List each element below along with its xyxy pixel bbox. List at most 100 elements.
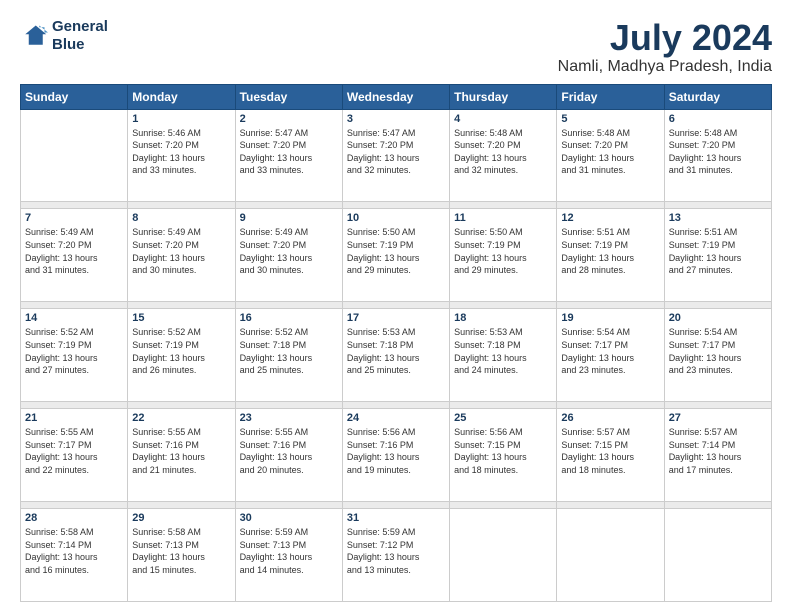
week-row-4: 21 Sunrise: 5:55 AMSunset: 7:17 PMDayligh… (21, 409, 772, 502)
divider-row-1 (21, 202, 772, 209)
cell-w2-d7: 13Sunrise: 5:51 AMSunset: 7:19 PMDayligh… (664, 209, 771, 302)
day-info: Sunrise: 5:53 AMSunset: 7:18 PMDaylight:… (347, 326, 445, 376)
day-info: Sunrise: 5:52 AMSunset: 7:19 PMDaylight:… (132, 326, 230, 376)
divider-row-4 (21, 502, 772, 509)
day-info: Sunrise: 5:51 AMSunset: 7:19 PMDaylight:… (561, 226, 659, 276)
day-number: 17 (347, 312, 445, 324)
day-info: Sunrise: 5:55 AMSunset: 7:16 PMDaylight:… (132, 426, 230, 476)
cell-w3-d6: 19 Sunrise: 5:54 AMSunset: 7:17 PMDayligh… (557, 309, 664, 402)
day-info: Sunrise: 5:57 AMSunset: 7:14 PMDaylight:… (669, 426, 767, 476)
day-number: 27 (669, 412, 767, 424)
calendar-table: Sunday Monday Tuesday Wednesday Thursday… (20, 84, 772, 602)
day-info: Sunrise: 5:50 AMSunset: 7:19 PMDaylight:… (347, 226, 445, 276)
day-number: 22 (132, 412, 230, 424)
header-row: Sunday Monday Tuesday Wednesday Thursday… (21, 84, 772, 109)
day-info: Sunrise: 5:47 AMSunset: 7:20 PMDaylight:… (240, 127, 338, 177)
cell-w2-d6: 12 Sunrise: 5:51 AMSunset: 7:19 PMDayligh… (557, 209, 664, 302)
day-info: Sunrise: 5:48 AMSunset: 7:20 PMDaylight:… (669, 127, 767, 177)
day-info: Sunrise: 5:59 AMSunset: 7:12 PMDaylight:… (347, 526, 445, 576)
day-info: Sunrise: 5:58 AMSunset: 7:14 PMDaylight:… (25, 526, 123, 576)
day-number: 21 (25, 412, 123, 424)
cell-w4-d3: 23Sunrise: 5:55 AMSunset: 7:16 PMDayligh… (235, 409, 342, 502)
day-info: Sunrise: 5:59 AMSunset: 7:13 PMDaylight:… (240, 526, 338, 576)
day-number: 10 (347, 212, 445, 224)
week-row-3: 14 Sunrise: 5:52 AMSunset: 7:19 PMDayligh… (21, 309, 772, 402)
day-info: Sunrise: 5:56 AMSunset: 7:15 PMDaylight:… (454, 426, 552, 476)
day-number: 26 (561, 412, 659, 424)
day-number: 11 (454, 212, 552, 224)
cell-w2-d2: 8 Sunrise: 5:49 AMSunset: 7:20 PMDaylight… (128, 209, 235, 302)
day-number: 7 (25, 212, 123, 224)
cell-w5-d2: 29Sunrise: 5:58 AMSunset: 7:13 PMDayligh… (128, 509, 235, 602)
title-block: July 2024 Namli, Madhya Pradesh, India (558, 18, 772, 76)
cell-w5-d7 (664, 509, 771, 602)
cell-w3-d3: 16 Sunrise: 5:52 AMSunset: 7:18 PMDayligh… (235, 309, 342, 402)
day-number: 19 (561, 312, 659, 324)
logo-icon (20, 22, 48, 50)
cell-w5-d5 (450, 509, 557, 602)
logo: General Blue (20, 18, 108, 54)
divider-row-3 (21, 402, 772, 409)
logo-text: General Blue (52, 18, 108, 54)
day-info: Sunrise: 5:57 AMSunset: 7:15 PMDaylight:… (561, 426, 659, 476)
col-friday: Friday (557, 84, 664, 109)
week-row-1: 1 Sunrise: 5:46 AMSunset: 7:20 PMDaylight… (21, 109, 772, 202)
cell-w3-d5: 18Sunrise: 5:53 AMSunset: 7:18 PMDayligh… (450, 309, 557, 402)
day-info: Sunrise: 5:49 AMSunset: 7:20 PMDaylight:… (132, 226, 230, 276)
col-tuesday: Tuesday (235, 84, 342, 109)
cell-w5-d3: 30 Sunrise: 5:59 AMSunset: 7:13 PMDayligh… (235, 509, 342, 602)
day-info: Sunrise: 5:52 AMSunset: 7:18 PMDaylight:… (240, 326, 338, 376)
cell-w1-d7: 6Sunrise: 5:48 AMSunset: 7:20 PMDaylight… (664, 109, 771, 202)
cell-w2-d4: 10 Sunrise: 5:50 AMSunset: 7:19 PMDayligh… (342, 209, 449, 302)
cell-w3-d4: 17 Sunrise: 5:53 AMSunset: 7:18 PMDayligh… (342, 309, 449, 402)
cell-w1-d2: 1 Sunrise: 5:46 AMSunset: 7:20 PMDaylight… (128, 109, 235, 202)
day-number: 28 (25, 512, 123, 524)
cell-w4-d7: 27 Sunrise: 5:57 AMSunset: 7:14 PMDayligh… (664, 409, 771, 502)
day-number: 1 (132, 113, 230, 125)
cell-w1-d6: 5Sunrise: 5:48 AMSunset: 7:20 PMDaylight… (557, 109, 664, 202)
day-info: Sunrise: 5:53 AMSunset: 7:18 PMDaylight:… (454, 326, 552, 376)
cell-w3-d7: 20 Sunrise: 5:54 AMSunset: 7:17 PMDayligh… (664, 309, 771, 402)
day-info: Sunrise: 5:54 AMSunset: 7:17 PMDaylight:… (561, 326, 659, 376)
col-monday: Monday (128, 84, 235, 109)
day-number: 31 (347, 512, 445, 524)
day-number: 24 (347, 412, 445, 424)
cell-w2-d1: 7 Sunrise: 5:49 AMSunset: 7:20 PMDaylight… (21, 209, 128, 302)
day-number: 2 (240, 113, 338, 125)
day-info: Sunrise: 5:55 AMSunset: 7:17 PMDaylight:… (25, 426, 123, 476)
day-info: Sunrise: 5:51 AMSunset: 7:19 PMDaylight:… (669, 226, 767, 276)
day-info: Sunrise: 5:48 AMSunset: 7:20 PMDaylight:… (454, 127, 552, 177)
day-number: 30 (240, 512, 338, 524)
day-number: 5 (561, 113, 659, 125)
day-number: 8 (132, 212, 230, 224)
day-info: Sunrise: 5:46 AMSunset: 7:20 PMDaylight:… (132, 127, 230, 177)
cell-w5-d1: 28 Sunrise: 5:58 AMSunset: 7:14 PMDayligh… (21, 509, 128, 602)
day-info: Sunrise: 5:54 AMSunset: 7:17 PMDaylight:… (669, 326, 767, 376)
day-number: 14 (25, 312, 123, 324)
cell-w2-d3: 9Sunrise: 5:49 AMSunset: 7:20 PMDaylight… (235, 209, 342, 302)
cell-w3-d2: 15Sunrise: 5:52 AMSunset: 7:19 PMDayligh… (128, 309, 235, 402)
day-number: 12 (561, 212, 659, 224)
col-wednesday: Wednesday (342, 84, 449, 109)
day-info: Sunrise: 5:58 AMSunset: 7:13 PMDaylight:… (132, 526, 230, 576)
cell-w4-d2: 22 Sunrise: 5:55 AMSunset: 7:16 PMDayligh… (128, 409, 235, 502)
day-number: 16 (240, 312, 338, 324)
divider-row-2 (21, 302, 772, 309)
day-number: 25 (454, 412, 552, 424)
cell-w1-d1 (21, 109, 128, 202)
day-number: 20 (669, 312, 767, 324)
day-info: Sunrise: 5:47 AMSunset: 7:20 PMDaylight:… (347, 127, 445, 177)
cell-w4-d6: 26 Sunrise: 5:57 AMSunset: 7:15 PMDayligh… (557, 409, 664, 502)
cell-w1-d4: 3 Sunrise: 5:47 AMSunset: 7:20 PMDaylight… (342, 109, 449, 202)
cell-w1-d3: 2 Sunrise: 5:47 AMSunset: 7:20 PMDaylight… (235, 109, 342, 202)
week-row-5: 28 Sunrise: 5:58 AMSunset: 7:14 PMDayligh… (21, 509, 772, 602)
subtitle: Namli, Madhya Pradesh, India (558, 58, 772, 76)
day-info: Sunrise: 5:49 AMSunset: 7:20 PMDaylight:… (25, 226, 123, 276)
day-info: Sunrise: 5:56 AMSunset: 7:16 PMDaylight:… (347, 426, 445, 476)
day-info: Sunrise: 5:49 AMSunset: 7:20 PMDaylight:… (240, 226, 338, 276)
day-info: Sunrise: 5:50 AMSunset: 7:19 PMDaylight:… (454, 226, 552, 276)
col-sunday: Sunday (21, 84, 128, 109)
day-number: 3 (347, 113, 445, 125)
main-title: July 2024 (558, 18, 772, 58)
cell-w1-d5: 4Sunrise: 5:48 AMSunset: 7:20 PMDaylight… (450, 109, 557, 202)
